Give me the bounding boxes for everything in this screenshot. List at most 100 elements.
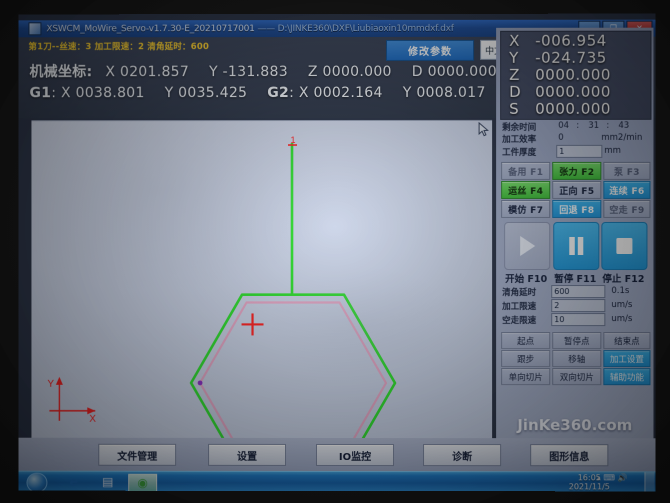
start-button-label: 开始 F10	[505, 274, 548, 286]
monitor-photo: XSWCM_MoWire_Servo-v1.7.30-E_20210717001…	[0, 0, 670, 503]
toolpath-drawing: 1 X Y	[47, 135, 397, 440]
thickness-unit: mm	[604, 145, 621, 156]
file-manager-button[interactable]: 文件管理	[98, 443, 177, 466]
clock-time: 16:05	[577, 473, 601, 483]
show-desktop-button[interactable]	[644, 472, 655, 492]
g2-y: Y 0008.017	[402, 84, 486, 101]
diagnostics-button[interactable]: 诊断	[423, 444, 502, 467]
pause-button-label: 暂停 F11	[554, 274, 597, 286]
corner-delay-unit: 0.1s	[611, 286, 630, 297]
work-coordinates-row: G1: X 0038.801 Y 0035.425 G2: X 0002.164 Y …	[29, 85, 485, 101]
axis-x-label: X	[89, 414, 96, 425]
function-key-f2[interactable]: 张力 F2	[552, 161, 602, 180]
stop-button-label: 停止 F12	[602, 274, 645, 286]
dro-value-d: 0000.000	[535, 82, 611, 101]
window-title-path: D:\JINKE360\DXF\Liubiaoxin10mmdxf.dxf	[277, 23, 454, 34]
remaining-seconds: 43	[618, 120, 630, 131]
taskbar-clock[interactable]: 16:05 2021/11/5	[563, 473, 615, 491]
settings-button[interactable]: 设置	[208, 443, 287, 466]
machine-d: D 0000.000	[411, 63, 497, 80]
dro-value-s: 0000.000	[535, 99, 611, 118]
modify-parameters-button[interactable]: 修改参数	[386, 39, 475, 61]
cnc-app-icon[interactable]: ◉	[128, 473, 158, 492]
toolpath-canvas[interactable]: 1 X Y	[31, 119, 493, 440]
function-key-f5[interactable]: 正向 F5	[552, 180, 602, 199]
brand-label: JinKe360.com	[517, 416, 633, 435]
axis-y-label: Y	[47, 379, 54, 390]
machine-y: Y -131.883	[209, 64, 288, 81]
g2-x: : X 0002.164	[289, 84, 383, 102]
panel-button-move-axis[interactable]: 移轴	[552, 350, 602, 368]
bottom-toolbar: 文件管理 设置 IO监控 诊断 图形信息	[18, 437, 656, 472]
thickness-label: 工件厚度	[502, 147, 537, 158]
function-key-f6[interactable]: 连续 F6	[603, 180, 651, 199]
efficiency-unit: mm2/min	[601, 132, 643, 143]
panel-button-single-slice[interactable]: 单向切片	[501, 368, 551, 386]
panel-button-end-point[interactable]: 结束点	[603, 332, 651, 350]
remaining-sep-2: :	[606, 120, 610, 131]
rapid-limit-label: 空走限速	[502, 316, 537, 327]
corner-delay-label: 清角延时	[502, 288, 537, 299]
corner-delay-input[interactable]: 600	[551, 285, 606, 299]
windows-taskbar: e ▤ ◉ ▴ ⌨ 🔊 16:05 2021/11/5	[18, 470, 656, 492]
function-key-f7[interactable]: 模仿 F7	[501, 199, 551, 218]
io-monitor-button[interactable]: IO监控	[316, 443, 395, 467]
dro-display: X -006.954 Y -024.735 Z 0000.000 D 0000.000 S 000…	[500, 30, 652, 120]
panel-button-double-slice[interactable]: 双向切片	[552, 368, 602, 386]
lead-in-number: 1	[291, 135, 296, 145]
efficiency-value: 0	[558, 132, 564, 143]
machine-coordinates-row: 机械坐标: X 0201.857 Y -131.883 Z 0000.000 D 000…	[29, 61, 496, 81]
internet-explorer-icon[interactable]: e	[60, 474, 87, 490]
file-explorer-icon[interactable]: ▤	[94, 474, 121, 490]
machine-z: Z 0000.000	[307, 63, 392, 81]
pause-icon	[568, 236, 583, 255]
windows-orb-icon[interactable]	[26, 472, 48, 492]
dro-axis-y: Y	[509, 48, 519, 67]
cnc-screen: XSWCM_MoWire_Servo-v1.7.30-E_20210717001…	[18, 13, 656, 492]
feed-limit-input[interactable]: 2	[551, 299, 606, 313]
dro-row-y: Y -024.735	[501, 48, 650, 67]
dro-row-s: S 0000.000	[501, 99, 650, 118]
panel-button-machining-settings[interactable]: 加工设置	[603, 350, 651, 368]
window-title-separator: ——	[257, 23, 275, 34]
toolpath-hexagon	[189, 293, 397, 440]
dro-axis-s: S	[509, 99, 519, 118]
panel-button-aux-functions[interactable]: 辅助功能	[603, 368, 651, 386]
clock-date: 2021/11/5	[568, 482, 610, 492]
dro-value-x: -006.954	[535, 31, 607, 50]
panel-button-pause-point[interactable]: 暂停点	[552, 332, 602, 350]
machine-coordinates-label: 机械坐标:	[29, 64, 93, 81]
remaining-time-label: 剩余时间	[502, 122, 537, 133]
window-title-app: XSWCM_MoWire_Servo-v1.7.30-E_20210717001	[46, 23, 255, 34]
feed-limit-unit: um/s	[611, 300, 633, 311]
remaining-sep-1: :	[576, 120, 580, 131]
stop-button[interactable]	[601, 221, 648, 271]
part-contour	[199, 301, 388, 440]
function-key-f3[interactable]: 泵 F3	[603, 161, 651, 180]
graphic-info-button[interactable]: 图形信息	[530, 444, 609, 467]
function-key-f8[interactable]: 回退 F8	[552, 199, 602, 218]
function-key-f1[interactable]: 备用 F1	[501, 161, 551, 180]
rapid-limit-input[interactable]: 10	[551, 313, 606, 327]
rapid-limit-unit: um/s	[611, 314, 633, 325]
stop-icon	[615, 237, 632, 254]
g1-y: Y 0035.425	[164, 85, 248, 102]
mouse-cursor-icon	[478, 121, 489, 137]
function-key-f4[interactable]: 运丝 F4	[501, 180, 551, 199]
function-key-f9[interactable]: 空走 F9	[603, 199, 651, 218]
dro-axis-x: X	[509, 31, 520, 50]
panel-button-start-point[interactable]: 起点	[501, 332, 551, 350]
efficiency-label: 加工效率	[502, 134, 537, 145]
g1-x: : X 0038.801	[51, 85, 145, 102]
feed-limit-label: 加工限速	[502, 302, 537, 313]
control-panel: X -006.954 Y -024.735 Z 0000.000 D 0000.000 S 000…	[496, 27, 654, 439]
dro-axis-z: Z	[509, 65, 520, 84]
panel-button-step[interactable]: 跟步	[501, 350, 551, 368]
machine-x: X 0201.857	[105, 64, 190, 81]
pause-button[interactable]	[553, 221, 600, 271]
start-button[interactable]	[504, 221, 551, 271]
thickness-input[interactable]: 1	[556, 144, 603, 158]
axis-y-arrow	[55, 377, 63, 386]
app-icon	[28, 22, 42, 36]
dro-row-z: Z 0000.000	[501, 65, 650, 84]
